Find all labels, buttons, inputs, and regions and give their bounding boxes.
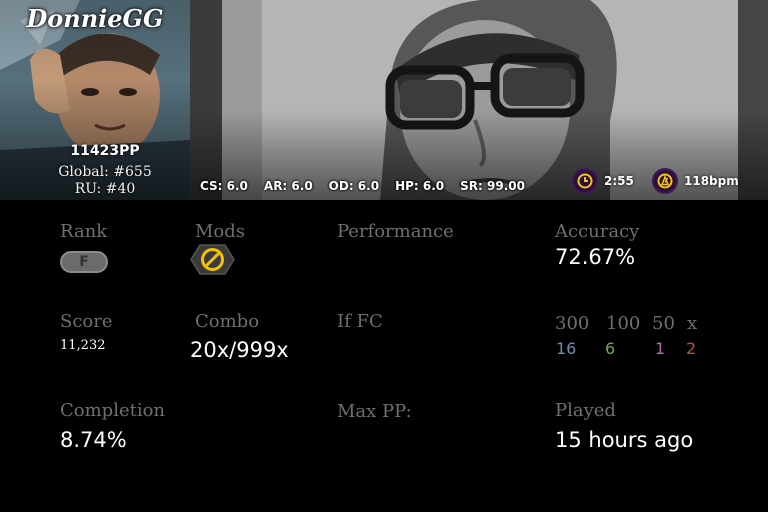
player-global-rank: Global: #655 bbox=[58, 164, 152, 180]
beatmap-stat-bar: CS: 6.0 AR: 6.0 OD: 6.0 HP: 6.0 SR: 99.0… bbox=[200, 176, 525, 196]
hit-50-header: 50 bbox=[652, 313, 675, 334]
hit-miss-header: x bbox=[687, 313, 698, 334]
if-fc-label: If FC bbox=[337, 311, 383, 332]
hit-miss-count: 2 bbox=[686, 339, 697, 358]
mods-label: Mods bbox=[195, 221, 246, 242]
rank-grade-badge: F bbox=[60, 251, 108, 273]
cs-stat: CS: 6.0 bbox=[200, 179, 248, 193]
sr-stat: SR: 99.00 bbox=[460, 179, 525, 193]
accuracy-label: Accuracy bbox=[555, 221, 640, 242]
metronome-icon bbox=[652, 168, 678, 194]
hit-100-count: 6 bbox=[605, 339, 616, 358]
performance-label: Performance bbox=[337, 221, 454, 242]
bpm-badge: 118bpm bbox=[652, 168, 739, 194]
completion-value: 8.74% bbox=[60, 428, 127, 452]
played-label: Played bbox=[555, 400, 616, 421]
hit-300-count: 16 bbox=[556, 339, 577, 358]
player-username: DonnieGG bbox=[26, 4, 164, 33]
hit-100-header: 100 bbox=[606, 313, 641, 334]
rank-label: Rank bbox=[60, 221, 108, 242]
score-label: Score bbox=[60, 311, 113, 332]
hit-300-header: 300 bbox=[555, 313, 590, 334]
combo-label: Combo bbox=[195, 311, 260, 332]
player-pp: 11423PP bbox=[70, 143, 140, 159]
played-value: 15 hours ago bbox=[555, 428, 694, 452]
hp-stat: HP: 6.0 bbox=[395, 179, 445, 193]
clock-icon bbox=[572, 168, 598, 194]
hit-50-count: 1 bbox=[655, 339, 666, 358]
score-header: DonnieGG 11423PP Global: #655 RU: #40 CS… bbox=[0, 0, 768, 200]
combo-value: 20x/999x bbox=[190, 338, 289, 362]
max-pp-label: Max PP: bbox=[337, 401, 412, 422]
accuracy-value: 72.67% bbox=[555, 245, 636, 269]
no-mod-icon bbox=[190, 244, 235, 275]
bpm-value: 118bpm bbox=[684, 174, 739, 188]
length-badge: 2:55 bbox=[572, 168, 634, 194]
od-stat: OD: 6.0 bbox=[328, 179, 380, 193]
completion-label: Completion bbox=[60, 400, 166, 421]
score-value: 11,232 bbox=[60, 338, 106, 353]
ar-stat: AR: 6.0 bbox=[263, 179, 313, 193]
length-value: 2:55 bbox=[604, 174, 634, 188]
player-avatar-panel: DonnieGG 11423PP Global: #655 RU: #40 bbox=[0, 0, 190, 200]
player-country-rank: RU: #40 bbox=[74, 181, 136, 197]
